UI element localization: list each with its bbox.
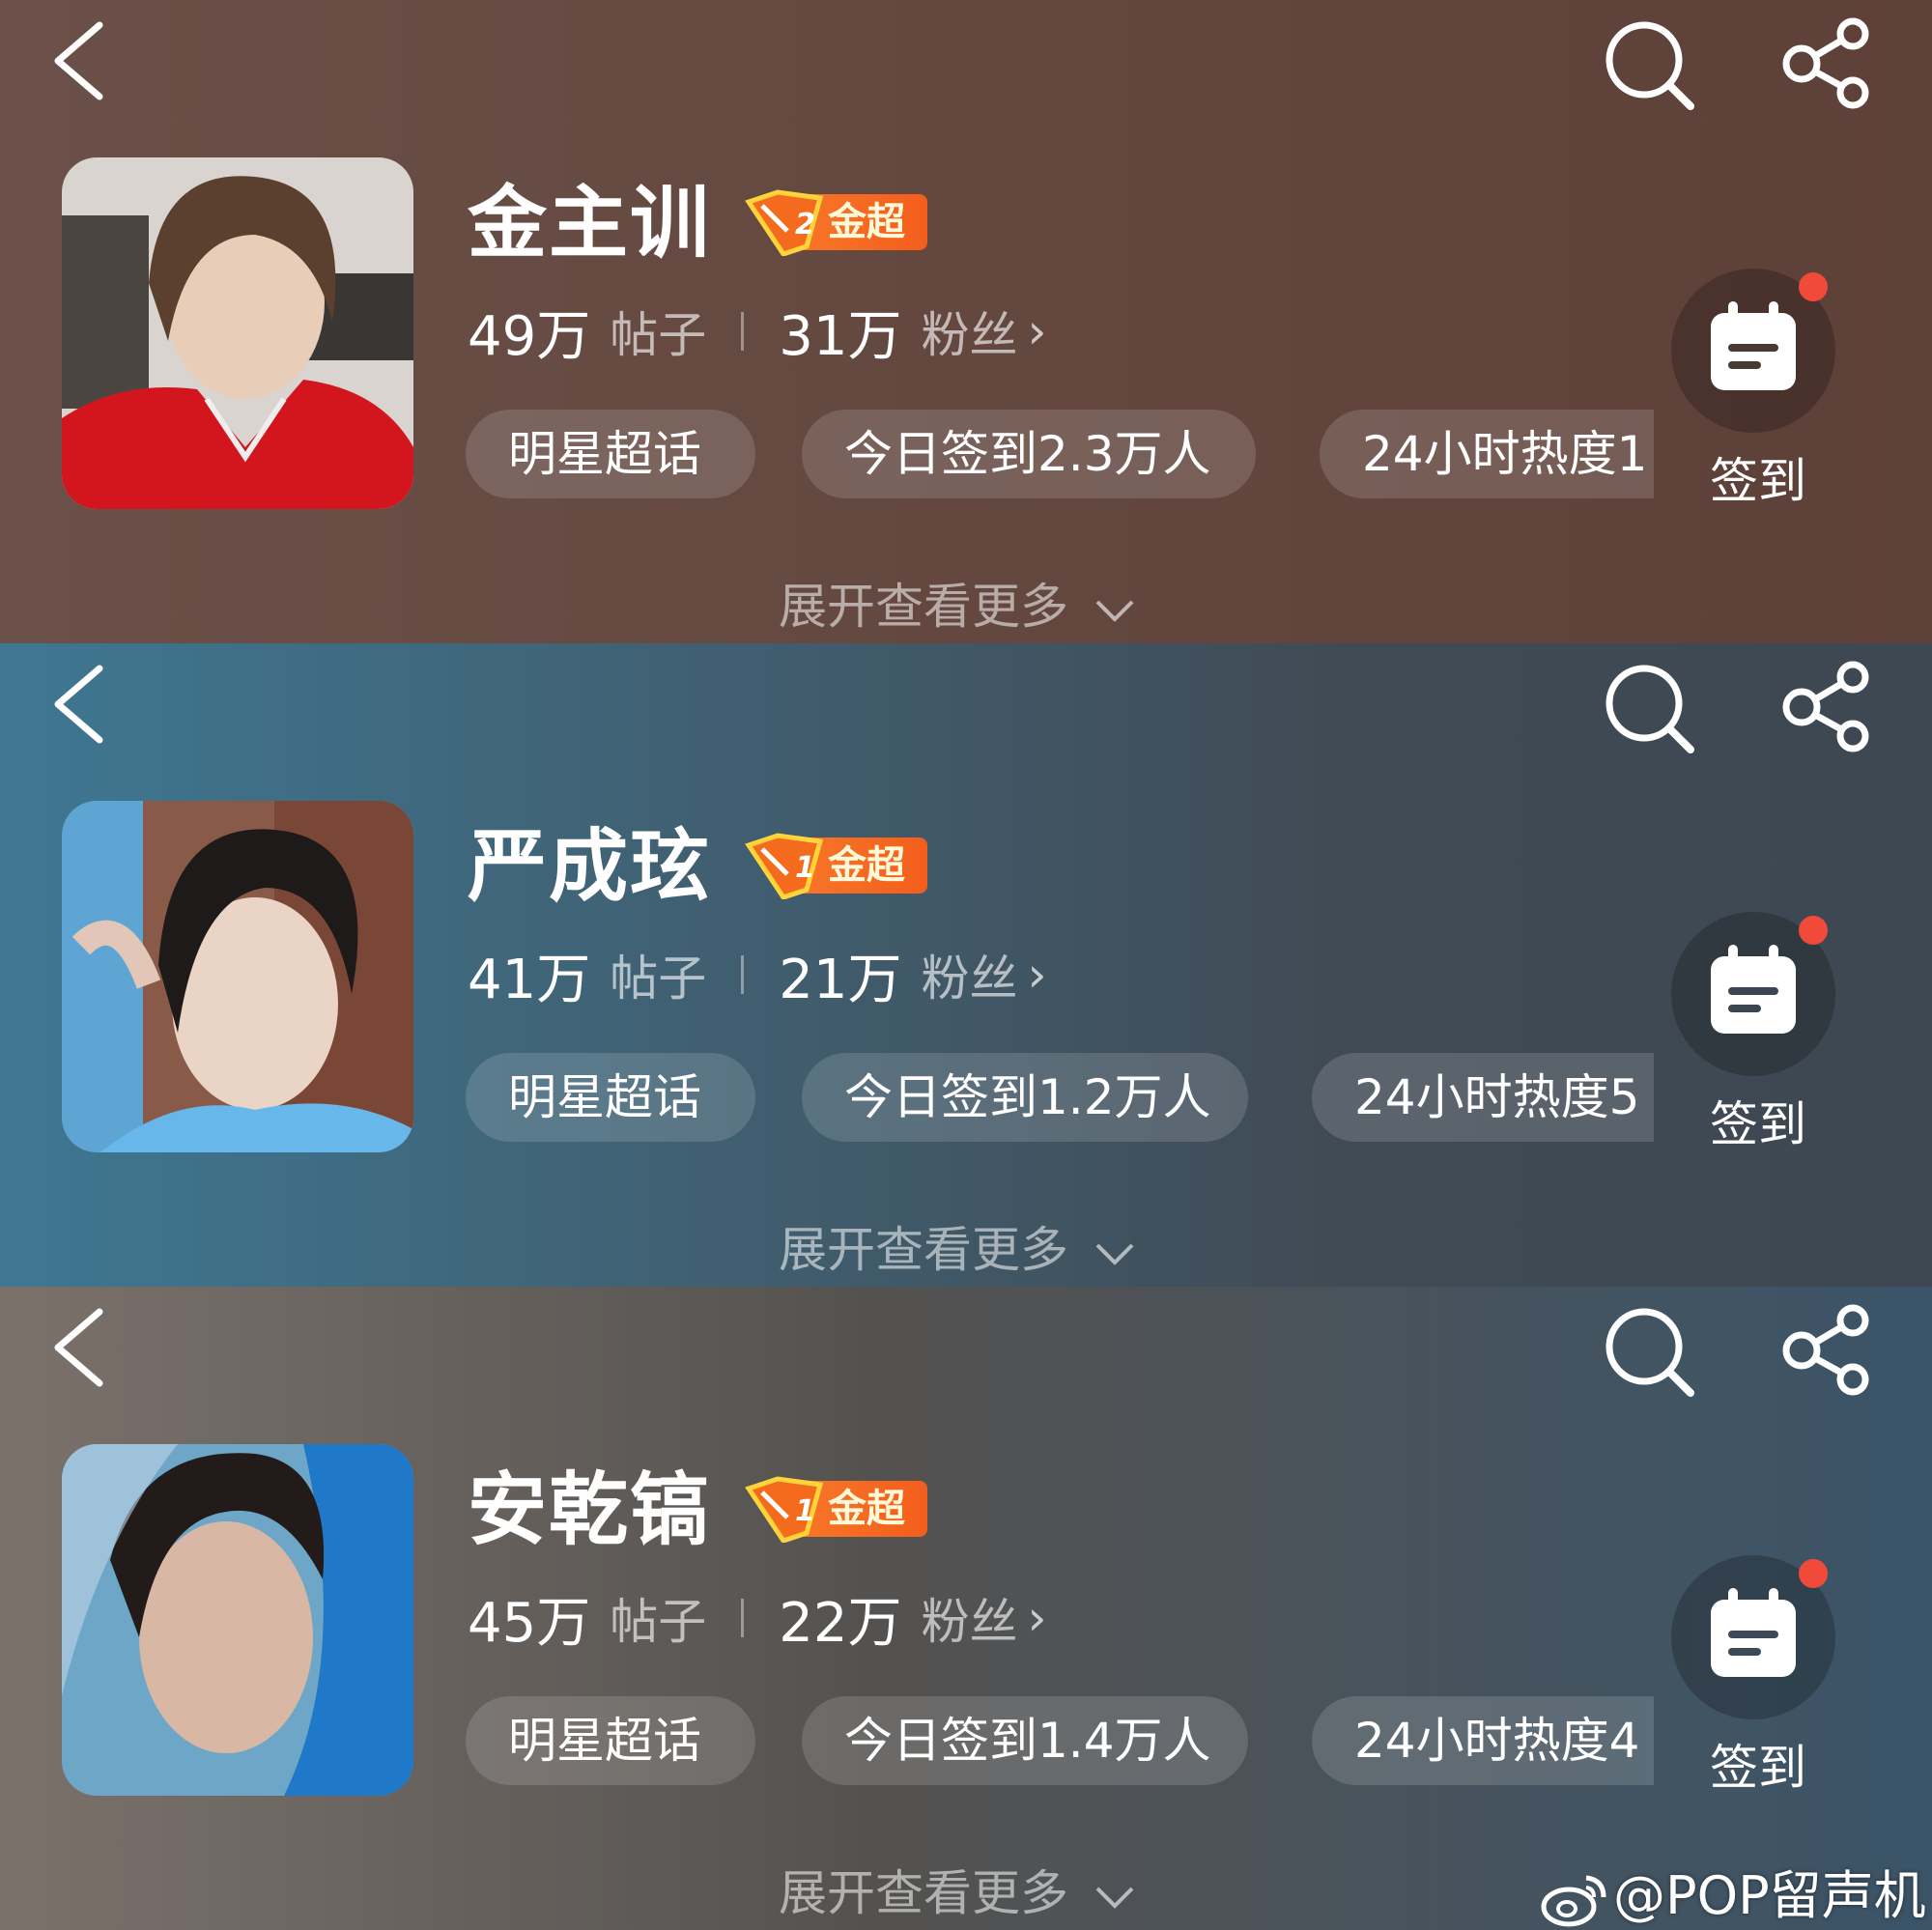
badge-level: 2 (795, 208, 815, 241)
posts-count: 49万 (468, 304, 591, 368)
share-icon[interactable] (1777, 17, 1874, 109)
chevron-right-icon[interactable]: › (1028, 303, 1047, 359)
watermark: @POP留声机 (1540, 1853, 1926, 1929)
posts-label: 帖子 (610, 1594, 707, 1650)
topic-name: 金主训 (468, 178, 712, 270)
avatar[interactable] (62, 801, 413, 1152)
weibo-logo-icon (1541, 1875, 1606, 1927)
stats-row: 45万 帖子 22万 粉丝 › (468, 1583, 1047, 1655)
expand-more[interactable]: 展开查看更多 (779, 1211, 1136, 1281)
diamond-icon (745, 189, 824, 256)
back-icon[interactable] (46, 661, 114, 748)
fans-label[interactable]: 粉丝 (922, 297, 1018, 366)
chip-category[interactable]: 明星超话 (466, 1053, 755, 1142)
search-icon[interactable] (1604, 19, 1695, 111)
divider (741, 955, 745, 994)
super-topic-header-3: 安乾镐 1 金超 45万 帖子 22万 粉丝 › 明星超话 今日签到1.4万人 … (0, 1287, 1932, 1930)
chip-category[interactable]: 明星超话 (466, 1696, 755, 1785)
tag-chips: 明星超话 今日签到1.4万人 24小时热度4 (466, 1696, 1654, 1785)
expand-label[interactable]: 展开查看更多 (779, 1865, 1068, 1921)
chevron-right-icon[interactable]: › (1028, 947, 1047, 1003)
fans-count[interactable]: 22万 (779, 1579, 901, 1658)
badge-level: 1 (795, 1494, 815, 1528)
chip-checkins[interactable]: 今日签到2.3万人 (802, 410, 1256, 498)
stats-row: 49万 帖子 31万 粉丝 › (468, 297, 1047, 368)
notification-dot (1799, 916, 1828, 945)
stats-row: 41万 帖子 21万 粉丝 › (468, 940, 1047, 1011)
avatar[interactable] (62, 1444, 413, 1796)
tag-chips: 明星超话 今日签到1.2万人 24小时热度5 (466, 1053, 1654, 1142)
chip-heat[interactable]: 24小时热度5 (1312, 1053, 1654, 1142)
avatar[interactable] (62, 157, 413, 509)
super-topic-header-2: 严成玹 1 金超 41万 帖子 21万 粉丝 › 明星超话 今日签到1.2万人 … (0, 643, 1932, 1287)
search-icon[interactable] (1604, 1306, 1695, 1398)
chip-checkins[interactable]: 今日签到1.4万人 (802, 1696, 1248, 1785)
chevron-down-icon (1095, 600, 1134, 622)
fans-label[interactable]: 粉丝 (922, 1583, 1018, 1653)
gold-super-badge: 1 金超 (739, 1475, 927, 1543)
expand-more[interactable]: 展开查看更多 (779, 568, 1136, 638)
calendar-icon (1711, 945, 1796, 1034)
chip-heat[interactable]: 24小时热度1 (1320, 410, 1654, 498)
back-icon[interactable] (46, 17, 114, 104)
expand-label[interactable]: 展开查看更多 (779, 1222, 1068, 1278)
share-icon[interactable] (1777, 1304, 1874, 1396)
topic-name: 严成玹 (468, 821, 712, 913)
chip-heat[interactable]: 24小时热度4 (1312, 1696, 1654, 1785)
badge-label: 金超 (828, 1487, 905, 1531)
super-topic-header-1: 金主训 2 金超 49万 帖子 31万 粉丝 › 明星超话 今日签到2.3万人 … (0, 0, 1932, 643)
divider (741, 312, 745, 351)
fans-count[interactable]: 31万 (779, 293, 901, 371)
checkin-label[interactable]: 签到 (1710, 1729, 1806, 1799)
chip-checkins[interactable]: 今日签到1.2万人 (802, 1053, 1248, 1142)
chevron-down-icon (1095, 1243, 1134, 1265)
divider (741, 1599, 745, 1637)
topic-name: 安乾镐 (468, 1464, 712, 1556)
watermark-text: @POP留声机 (1613, 1865, 1926, 1926)
search-icon[interactable] (1604, 663, 1695, 754)
gold-super-badge: 1 金超 (739, 832, 927, 899)
expand-label[interactable]: 展开查看更多 (779, 579, 1068, 635)
expand-more[interactable]: 展开查看更多 (779, 1855, 1136, 1924)
posts-count: 45万 (468, 1591, 591, 1655)
notification-dot (1799, 272, 1828, 301)
badge-level: 1 (795, 851, 815, 885)
calendar-icon (1711, 301, 1796, 390)
gold-super-badge: 2 金超 (739, 188, 927, 256)
share-icon[interactable] (1777, 661, 1874, 752)
badge-label: 金超 (828, 843, 905, 888)
posts-label: 帖子 (610, 951, 707, 1007)
fans-count[interactable]: 21万 (779, 936, 901, 1014)
posts-label: 帖子 (610, 307, 707, 363)
checkin-label[interactable]: 签到 (1710, 1086, 1806, 1155)
calendar-icon (1711, 1588, 1796, 1677)
posts-count: 41万 (468, 948, 591, 1011)
tag-chips: 明星超话 今日签到2.3万人 24小时热度1 (466, 410, 1654, 498)
chevron-right-icon[interactable]: › (1028, 1590, 1047, 1646)
checkin-label[interactable]: 签到 (1710, 442, 1806, 512)
chip-category[interactable]: 明星超话 (466, 410, 755, 498)
notification-dot (1799, 1559, 1828, 1588)
chevron-down-icon (1095, 1887, 1134, 1909)
back-icon[interactable] (46, 1304, 114, 1391)
fans-label[interactable]: 粉丝 (922, 940, 1018, 1009)
diamond-icon (745, 1476, 824, 1543)
diamond-icon (745, 833, 824, 899)
badge-label: 金超 (828, 200, 905, 244)
